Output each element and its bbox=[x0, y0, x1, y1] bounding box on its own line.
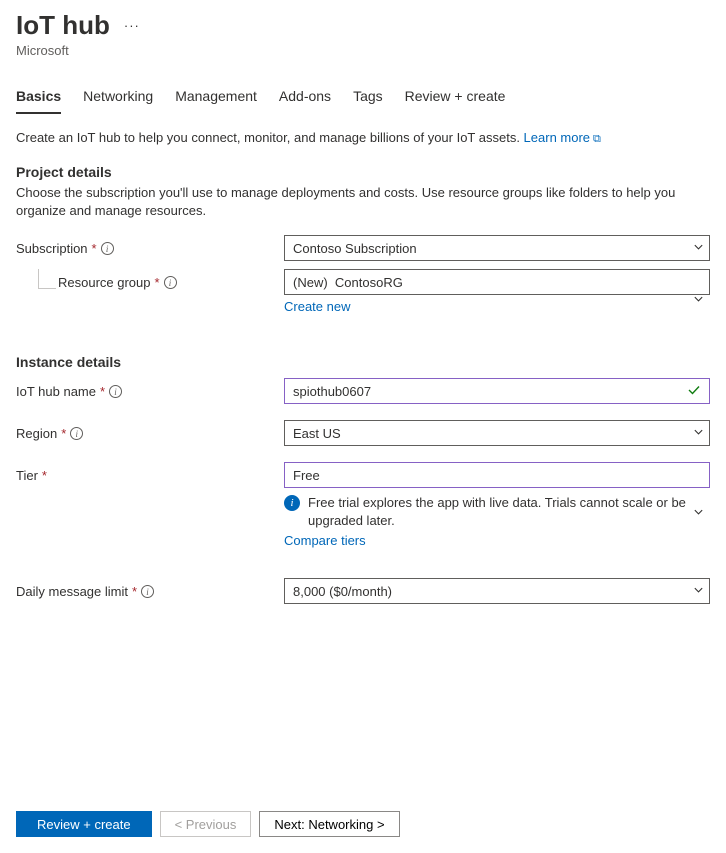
info-icon[interactable]: i bbox=[70, 427, 83, 440]
review-create-button[interactable]: Review + create bbox=[16, 811, 152, 837]
hub-name-label: IoT hub name bbox=[16, 384, 96, 399]
hub-name-input[interactable] bbox=[284, 378, 710, 404]
next-button[interactable]: Next: Networking > bbox=[259, 811, 399, 837]
daily-limit-select[interactable]: 8,000 ($0/month) bbox=[284, 578, 710, 604]
tier-value: Free bbox=[293, 468, 320, 483]
tree-connector bbox=[38, 269, 56, 289]
intro-text: Create an IoT hub to help you connect, m… bbox=[16, 130, 710, 146]
required-marker: * bbox=[132, 584, 137, 599]
compare-tiers-link[interactable]: Compare tiers bbox=[284, 533, 710, 548]
required-marker: * bbox=[42, 468, 47, 483]
tier-info-text: Free trial explores the app with live da… bbox=[308, 494, 710, 529]
learn-more-link[interactable]: Learn more bbox=[524, 130, 590, 145]
create-new-link[interactable]: Create new bbox=[284, 299, 710, 314]
subscription-value: Contoso Subscription bbox=[293, 241, 417, 256]
tab-review[interactable]: Review + create bbox=[405, 82, 506, 114]
tier-select[interactable]: Free bbox=[284, 462, 710, 488]
subscription-select[interactable]: Contoso Subscription bbox=[284, 235, 710, 261]
required-marker: * bbox=[92, 241, 97, 256]
more-icon[interactable]: ··· bbox=[124, 18, 140, 33]
tab-networking[interactable]: Networking bbox=[83, 82, 153, 114]
daily-limit-label: Daily message limit bbox=[16, 584, 128, 599]
region-label: Region bbox=[16, 426, 57, 441]
region-select[interactable]: East US bbox=[284, 420, 710, 446]
required-marker: * bbox=[61, 426, 66, 441]
tab-tags[interactable]: Tags bbox=[353, 82, 383, 114]
resource-group-new-prefix: (New) bbox=[293, 275, 328, 290]
project-details-desc: Choose the subscription you'll use to ma… bbox=[16, 184, 710, 219]
daily-limit-value: 8,000 ($0/month) bbox=[293, 584, 392, 599]
info-icon[interactable]: i bbox=[109, 385, 122, 398]
resource-group-select[interactable]: (New) ContosoRG bbox=[284, 269, 710, 295]
page-title: IoT hub bbox=[16, 10, 110, 41]
previous-button: < Previous bbox=[160, 811, 252, 837]
project-details-title: Project details bbox=[16, 164, 710, 180]
resource-group-value: ContosoRG bbox=[335, 275, 403, 290]
checkmark-icon bbox=[686, 382, 702, 401]
subscription-label: Subscription bbox=[16, 241, 88, 256]
info-icon[interactable]: i bbox=[164, 276, 177, 289]
intro-body: Create an IoT hub to help you connect, m… bbox=[16, 130, 524, 145]
tab-strip: Basics Networking Management Add-ons Tag… bbox=[16, 82, 710, 114]
info-icon: i bbox=[284, 495, 300, 511]
required-marker: * bbox=[100, 384, 105, 399]
tab-basics[interactable]: Basics bbox=[16, 82, 61, 114]
instance-details-title: Instance details bbox=[16, 354, 710, 370]
resource-group-label: Resource group bbox=[58, 275, 151, 290]
tier-label: Tier bbox=[16, 468, 38, 483]
tab-addons[interactable]: Add-ons bbox=[279, 82, 331, 114]
external-link-icon: ⧉ bbox=[593, 133, 601, 145]
region-value: East US bbox=[293, 426, 341, 441]
required-marker: * bbox=[155, 275, 160, 290]
info-icon[interactable]: i bbox=[101, 242, 114, 255]
info-icon[interactable]: i bbox=[141, 585, 154, 598]
tab-management[interactable]: Management bbox=[175, 82, 257, 114]
publisher-label: Microsoft bbox=[16, 43, 710, 58]
